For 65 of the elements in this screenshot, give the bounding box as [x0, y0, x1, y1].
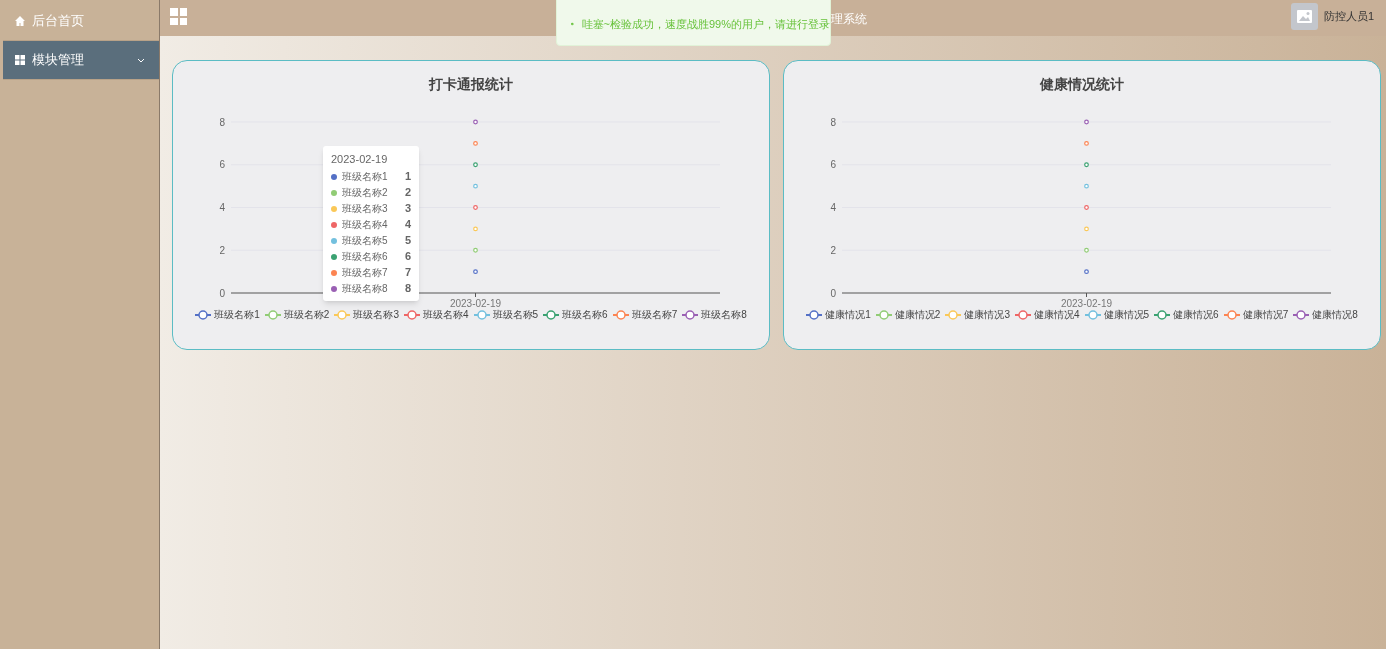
tooltip-value: 6: [404, 249, 411, 265]
legend-label[interactable]: 班级名称5: [492, 307, 539, 322]
legend-line-icon[interactable]: [875, 309, 892, 320]
y-tick-label: 2: [830, 244, 836, 256]
legend-label[interactable]: 班级名称2: [283, 307, 330, 322]
grid-icon: [14, 54, 26, 66]
home-icon: [14, 15, 26, 27]
legend-label[interactable]: 班级名称4: [422, 307, 469, 322]
legend-line-icon[interactable]: [264, 309, 281, 320]
tooltip-value: 8: [404, 281, 411, 297]
tooltip-value: 3: [404, 201, 411, 217]
legend-label[interactable]: 健康情况7: [1242, 307, 1289, 322]
menu-icon[interactable]: [170, 8, 187, 25]
legend-label[interactable]: 班级名称7: [631, 307, 678, 322]
y-tick-label: 6: [830, 159, 836, 171]
tooltip-series-name: 班级名称7: [342, 266, 389, 280]
y-tick-label: 2: [219, 244, 225, 256]
legend-label[interactable]: 健康情况1: [825, 307, 871, 322]
tooltip-series-name: 班级名称6: [342, 250, 389, 264]
legend-line-icon[interactable]: [1014, 309, 1031, 320]
y-tick-label: 0: [830, 287, 836, 299]
toast-text: 哇塞~检验成功，速度战胜99%的用户，请进行登录: [581, 16, 830, 32]
y-tick-label: 8: [830, 116, 836, 128]
tooltip-value: 1: [404, 169, 411, 185]
tooltip-series-name: 班级名称4: [342, 218, 389, 232]
legend-label[interactable]: 班级名称3: [353, 307, 399, 322]
legend-label[interactable]: 班级名称8: [701, 307, 747, 322]
chart-title: 打卡通报统计: [429, 75, 513, 94]
tooltip-series-name: 班级名称2: [342, 186, 389, 200]
legend-line-icon[interactable]: [806, 309, 823, 320]
page-title: 理系统: [831, 11, 867, 28]
legend-label[interactable]: 健康情况5: [1103, 307, 1150, 322]
legend-line-icon[interactable]: [682, 309, 699, 320]
avatar-image-icon[interactable]: [1290, 3, 1318, 30]
tooltip-title: 2023-02-19: [331, 152, 389, 167]
legend-label[interactable]: 健康情况3: [964, 307, 1010, 322]
legend-label[interactable]: 健康情况6: [1173, 307, 1219, 322]
legend-line-icon[interactable]: [195, 309, 212, 320]
x-tick-label: 2023-02-19: [1060, 298, 1113, 309]
y-tick-label: 0: [219, 287, 225, 299]
tooltip-value: 7: [404, 265, 411, 281]
y-tick-label: 4: [830, 202, 836, 213]
tooltip-value: 2: [404, 185, 411, 201]
legend-label[interactable]: 班级名称6: [562, 307, 608, 322]
tooltip-value: 4: [404, 217, 411, 233]
tooltip-series-name: 班级名称5: [342, 234, 389, 248]
tooltip-value: 5: [404, 233, 411, 249]
legend-line-icon[interactable]: [403, 309, 420, 320]
y-tick-label: 6: [219, 159, 225, 171]
legend-line-icon[interactable]: [1293, 309, 1310, 320]
legend-line-icon[interactable]: [543, 309, 560, 320]
legend-label[interactable]: 健康情况4: [1033, 307, 1080, 322]
tooltip-series-name: 班级名称1: [342, 170, 389, 184]
legend-label[interactable]: 健康情况2: [894, 307, 941, 322]
user-name[interactable]: 防控人员1: [1323, 8, 1374, 25]
y-tick-label: 4: [219, 202, 225, 213]
tooltip-series-name: 班级名称3: [342, 202, 389, 216]
legend-line-icon[interactable]: [1154, 309, 1171, 320]
tooltip-series-name: 班级名称8: [342, 282, 389, 296]
x-tick-label: 2023-02-19: [449, 298, 502, 309]
y-tick-label: 8: [219, 116, 225, 128]
legend-label[interactable]: 健康情况8: [1312, 307, 1358, 322]
legend-label[interactable]: 班级名称1: [214, 307, 260, 322]
chart-title: 健康情况统计: [1040, 75, 1124, 94]
sidebar-item[interactable]: 模块管理: [3, 41, 159, 80]
